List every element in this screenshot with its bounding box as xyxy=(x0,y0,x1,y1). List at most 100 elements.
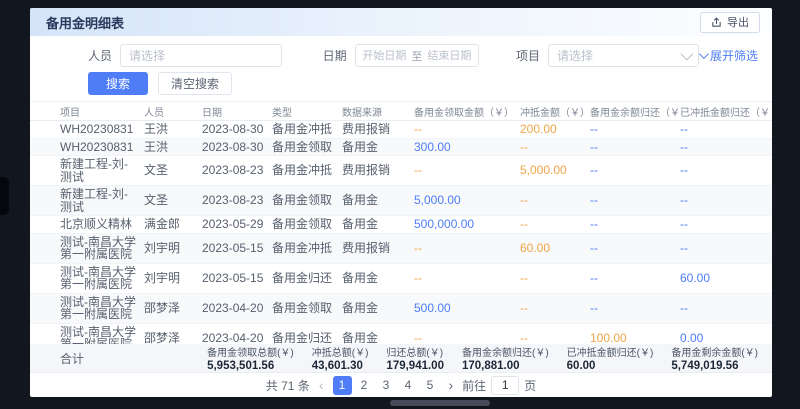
summary-stat-label: 备用金剩余金额(￥) xyxy=(671,344,758,359)
pagination-bar: 共 71 条 ‹ 12345 › 前往 页 xyxy=(30,373,772,397)
cell-amount: -- xyxy=(590,242,680,255)
summary-stat-label: 备用金领取总额(￥) xyxy=(207,344,294,359)
cell-amount: -- xyxy=(414,164,520,177)
page-jumper: 前往 页 xyxy=(462,376,536,395)
cell-date: 2023-08-23 xyxy=(202,164,272,177)
cell-type: 备用金冲抵 xyxy=(272,164,342,177)
column-header: 数据来源 xyxy=(342,104,414,119)
cell-amount: 60.00 xyxy=(520,242,590,255)
cell-type: 备用金冲抵 xyxy=(272,123,342,136)
project-select[interactable] xyxy=(548,44,699,67)
filter-actions: 搜索 清空搜索 xyxy=(30,67,772,95)
cell-amount: -- xyxy=(680,218,770,231)
summary-stat-label: 冲抵总额(￥) xyxy=(312,344,369,359)
cell-project: WH20230831 xyxy=(60,123,144,136)
cell-amount: 200.00 xyxy=(520,123,590,136)
column-header: 项目 xyxy=(60,104,144,119)
cell-date: 2023-08-30 xyxy=(202,123,272,136)
page-button[interactable]: 4 xyxy=(399,376,418,395)
cell-person: 文圣 xyxy=(144,164,202,177)
table-row: 测试-南昌大学第一附属医院刘宇明2023-05-15备用金冲抵费用报销--60.… xyxy=(30,234,772,264)
cell-type: 备用金归还 xyxy=(272,272,342,285)
summary-stat-value: 5,953,501.56 xyxy=(207,360,294,372)
next-page-button[interactable]: › xyxy=(447,377,456,393)
cell-amount: -- xyxy=(680,141,770,154)
table-row: WH20230831王洪2023-08-30备用金领取备用金300.00----… xyxy=(30,139,772,157)
cell-project: 北京顺义精林 xyxy=(60,218,144,231)
drawer-handle[interactable] xyxy=(0,177,9,215)
total-count-text: 共 71 条 xyxy=(266,377,310,394)
summary-stat: 备用金剩余金额(￥)5,749,019.56 xyxy=(671,344,758,372)
cell-person: 文圣 xyxy=(144,194,202,207)
export-icon xyxy=(711,17,722,28)
page-button[interactable]: 2 xyxy=(355,376,374,395)
cell-amount: -- xyxy=(520,194,590,207)
report-card: 备用金明细表 导出 人员 日期 至 项目 展开筛选 xyxy=(30,8,772,397)
cell-source: 备用金 xyxy=(342,218,414,231)
cell-project: 测试-南昌大学第一附属医院 xyxy=(60,296,144,321)
cell-person: 王洪 xyxy=(144,141,202,154)
date-range-picker[interactable]: 至 xyxy=(355,44,479,67)
cell-amount: 500,000.00 xyxy=(414,218,520,231)
cell-amount: -- xyxy=(680,242,770,255)
column-header: 人员 xyxy=(144,104,202,119)
cell-date: 2023-05-15 xyxy=(202,272,272,285)
summary-stat-label: 已冲抵金额归还(￥) xyxy=(567,344,654,359)
summary-stat: 备用金余额归还(￥)170,881.00 xyxy=(462,344,549,372)
summary-stat: 冲抵总额(￥)43,601.30 xyxy=(312,344,369,372)
cell-source: 费用报销 xyxy=(342,123,414,136)
page-button[interactable]: 1 xyxy=(333,376,352,395)
cell-project: 测试-南昌大学第一附属医院 xyxy=(60,236,144,261)
cell-amount: -- xyxy=(590,164,680,177)
cell-type: 备用金领取 xyxy=(272,141,342,154)
cell-amount: -- xyxy=(520,141,590,154)
cell-amount: -- xyxy=(414,272,520,285)
summary-stat: 归还总额(￥)179,941.00 xyxy=(386,344,444,372)
clear-search-button[interactable]: 清空搜索 xyxy=(158,72,232,95)
summary-stat-value: 179,941.00 xyxy=(386,360,444,372)
cell-amount: 500.00 xyxy=(414,302,520,315)
cell-person: 王洪 xyxy=(144,123,202,136)
summary-stat-value: 60.00 xyxy=(567,360,654,372)
cell-amount: -- xyxy=(520,218,590,231)
cell-amount: -- xyxy=(520,272,590,285)
cell-amount: -- xyxy=(680,302,770,315)
column-header: 已冲抵金额归还（￥） xyxy=(680,104,770,119)
column-header: 类型 xyxy=(272,104,342,119)
cell-project: 测试-南昌大学第一附属医院 xyxy=(60,326,144,345)
summary-stat: 已冲抵金额归还(￥)60.00 xyxy=(567,344,654,372)
date-start-input[interactable] xyxy=(360,50,408,62)
page-button[interactable]: 5 xyxy=(421,376,440,395)
cell-source: 备用金 xyxy=(342,302,414,315)
project-select-input[interactable] xyxy=(557,49,675,63)
goto-page-input[interactable] xyxy=(491,376,519,395)
table-row: 测试-南昌大学第一附属医院刘宇明2023-05-15备用金归还备用金------… xyxy=(30,264,772,294)
summary-stat: 备用金领取总额(￥)5,953,501.56 xyxy=(207,344,294,372)
cell-date: 2023-05-29 xyxy=(202,218,272,231)
date-end-input[interactable] xyxy=(425,50,473,62)
cell-type: 备用金冲抵 xyxy=(272,242,342,255)
column-header: 备用金余额归还（￥） xyxy=(590,104,680,119)
cell-amount: -- xyxy=(590,272,680,285)
table-row: 北京顺义精林满金郎2023-05-29备用金领取备用金500,000.00---… xyxy=(30,216,772,234)
expand-filters-link[interactable]: 展开筛选 xyxy=(699,47,758,64)
prev-page-button[interactable]: ‹ xyxy=(317,377,326,393)
export-button[interactable]: 导出 xyxy=(700,12,760,33)
cell-amount: -- xyxy=(590,218,680,231)
cell-date: 2023-04-20 xyxy=(202,332,272,344)
person-select-input[interactable] xyxy=(120,44,282,67)
cell-project: 新建工程-刘-测试 xyxy=(60,158,144,183)
column-header: 冲抵金额（￥） xyxy=(520,104,590,119)
page-header: 备用金明细表 导出 xyxy=(30,8,772,36)
table-body: WH20230831王洪2023-08-30备用金冲抵费用报销--200.00-… xyxy=(30,121,772,344)
filter-bar: 人员 日期 至 项目 展开筛选 xyxy=(30,36,772,67)
cell-person: 满金郎 xyxy=(144,218,202,231)
cell-amount: -- xyxy=(590,194,680,207)
cell-amount: -- xyxy=(414,123,520,136)
chevron-down-icon xyxy=(699,49,709,59)
search-button[interactable]: 搜索 xyxy=(88,72,148,95)
horizontal-scrollbar-thumb[interactable] xyxy=(390,400,490,406)
cell-project: WH20230831 xyxy=(60,141,144,154)
page-button[interactable]: 3 xyxy=(377,376,396,395)
cell-amount: -- xyxy=(520,302,590,315)
